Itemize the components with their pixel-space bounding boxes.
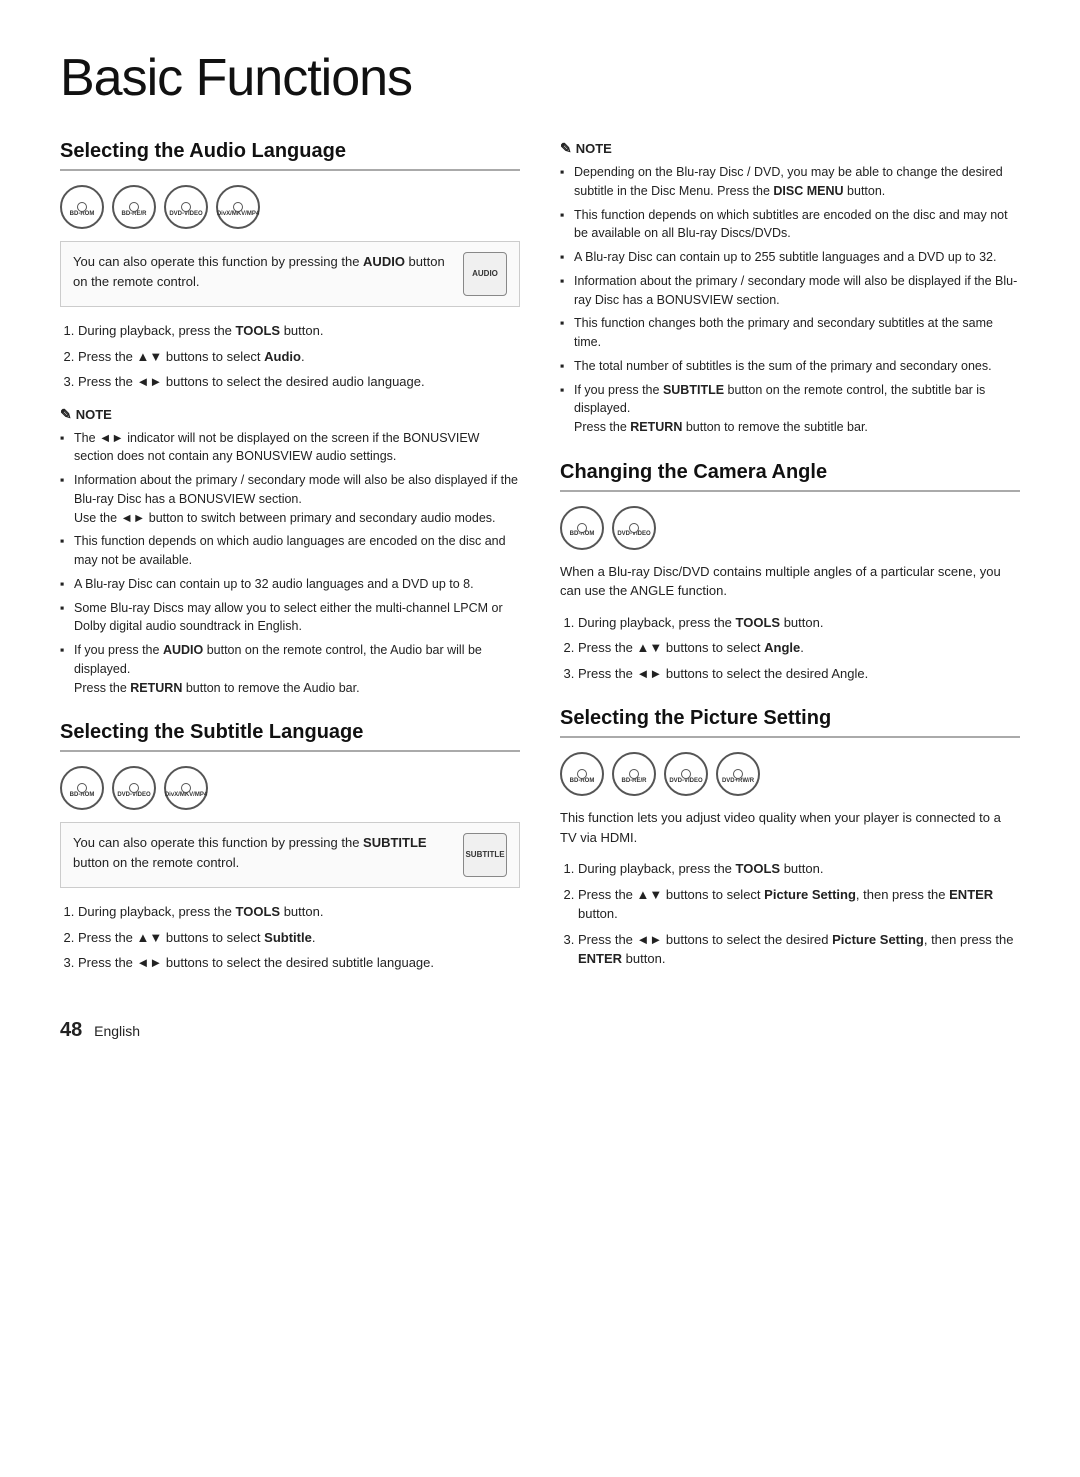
- audio-note-item-3: This function depends on which audio lan…: [60, 532, 520, 570]
- section-audio-language: Selecting the Audio Language BD-ROM BD-R…: [60, 140, 520, 697]
- picture-disc-icons: BD-ROM BD-RE/R DVD-VIDEO DVD+RW/R: [560, 752, 1020, 796]
- page-language: English: [94, 1023, 140, 1039]
- page-footer: 48 English: [60, 1019, 1020, 1042]
- disc-icon-divx: DivX/MKV/MP4: [216, 185, 260, 229]
- note-pencil-icon: ✎: [60, 406, 72, 423]
- subtitle-remote-button: SUBTITLE: [463, 833, 507, 877]
- audio-note-item-4: A Blu-ray Disc can contain up to 32 audi…: [60, 575, 520, 594]
- pic-disc-icon-bd-rom: BD-ROM: [560, 752, 604, 796]
- camera-angle-steps: During playback, press the TOOLS button.…: [578, 613, 1020, 684]
- audio-note-item-1: The ◄► indicator will not be displayed o…: [60, 429, 520, 467]
- audio-info-box: You can also operate this function by pr…: [60, 241, 520, 307]
- right-column: ✎ NOTE Depending on the Blu-ray Disc / D…: [560, 140, 1020, 987]
- camera-angle-intro: When a Blu-ray Disc/DVD contains multipl…: [560, 562, 1020, 601]
- subtitle-step-2: Press the ▲▼ buttons to select Subtitle.: [78, 928, 520, 948]
- picture-setting-title: Selecting the Picture Setting: [560, 707, 1020, 738]
- audio-steps: During playback, press the TOOLS button.…: [78, 321, 520, 392]
- section-picture-setting: Selecting the Picture Setting BD-ROM BD-…: [560, 707, 1020, 969]
- audio-note-item-6: If you press the AUDIO button on the rem…: [60, 641, 520, 697]
- camera-step-1: During playback, press the TOOLS button.: [578, 613, 1020, 633]
- picture-step-1: During playback, press the TOOLS button.: [578, 859, 1020, 879]
- subtitle-step-1: During playback, press the TOOLS button.: [78, 902, 520, 922]
- section-camera-angle: Changing the Camera Angle BD-ROM DVD-VID…: [560, 461, 1020, 684]
- subtitle-info-box: You can also operate this function by pr…: [60, 822, 520, 888]
- audio-note-list: The ◄► indicator will not be displayed o…: [60, 429, 520, 698]
- audio-step-3: Press the ◄► buttons to select the desir…: [78, 372, 520, 392]
- sub-note-item-4: Information about the primary / secondar…: [560, 272, 1020, 310]
- cam-disc-icon-dvd-video: DVD-VIDEO: [612, 506, 656, 550]
- sub-note-item-1: Depending on the Blu-ray Disc / DVD, you…: [560, 163, 1020, 201]
- subtitle-note: ✎ NOTE Depending on the Blu-ray Disc / D…: [560, 140, 1020, 437]
- pic-disc-icon-dvdrw: DVD+RW/R: [716, 752, 760, 796]
- audio-remote-button: AUDIO: [463, 252, 507, 296]
- pic-disc-icon-dvd-video: DVD-VIDEO: [664, 752, 708, 796]
- subtitle-steps: During playback, press the TOOLS button.…: [78, 902, 520, 973]
- camera-disc-icons: BD-ROM DVD-VIDEO: [560, 506, 1020, 550]
- subtitle-language-title: Selecting the Subtitle Language: [60, 721, 520, 752]
- cam-disc-icon-bd-rom: BD-ROM: [560, 506, 604, 550]
- audio-language-title: Selecting the Audio Language: [60, 140, 520, 171]
- sub-note-item-2: This function depends on which subtitles…: [560, 206, 1020, 244]
- audio-step-2: Press the ▲▼ buttons to select Audio.: [78, 347, 520, 367]
- sub-note-item-3: A Blu-ray Disc can contain up to 255 sub…: [560, 248, 1020, 267]
- note-pencil-icon-2: ✎: [560, 140, 572, 157]
- picture-step-3: Press the ◄► buttons to select the desir…: [578, 930, 1020, 969]
- sub-note-item-6: The total number of subtitles is the sum…: [560, 357, 1020, 376]
- pic-disc-icon-bd-rer: BD-RE/R: [612, 752, 656, 796]
- page-title: Basic Functions: [60, 48, 1020, 108]
- sub-disc-icon-divx: DivX/MKV/MP4: [164, 766, 208, 810]
- sub-disc-icon-dvd-video: DVD-VIDEO: [112, 766, 156, 810]
- page-number: 48: [60, 1019, 82, 1041]
- left-column: Selecting the Audio Language BD-ROM BD-R…: [60, 140, 520, 987]
- camera-step-2: Press the ▲▼ buttons to select Angle.: [578, 638, 1020, 658]
- audio-disc-icons: BD-ROM BD-RE/R DVD-VIDEO DivX/MKV/MP4: [60, 185, 520, 229]
- picture-setting-steps: During playback, press the TOOLS button.…: [578, 859, 1020, 969]
- disc-icon-bd-rom: BD-ROM: [60, 185, 104, 229]
- subtitle-note-list: Depending on the Blu-ray Disc / DVD, you…: [560, 163, 1020, 437]
- sub-note-item-5: This function changes both the primary a…: [560, 314, 1020, 352]
- audio-info-text: You can also operate this function by pr…: [73, 252, 453, 291]
- audio-note: ✎ NOTE The ◄► indicator will not be disp…: [60, 406, 520, 698]
- audio-note-item-2: Information about the primary / secondar…: [60, 471, 520, 527]
- sub-disc-icon-bd-rom: BD-ROM: [60, 766, 104, 810]
- picture-step-2: Press the ▲▼ buttons to select Picture S…: [578, 885, 1020, 924]
- picture-setting-intro: This function lets you adjust video qual…: [560, 808, 1020, 847]
- subtitle-disc-icons: BD-ROM DVD-VIDEO DivX/MKV/MP4: [60, 766, 520, 810]
- subtitle-note-title: ✎ NOTE: [560, 140, 1020, 157]
- sub-note-item-7: If you press the SUBTITLE button on the …: [560, 381, 1020, 437]
- audio-step-1: During playback, press the TOOLS button.: [78, 321, 520, 341]
- disc-icon-dvd-video: DVD-VIDEO: [164, 185, 208, 229]
- camera-angle-title: Changing the Camera Angle: [560, 461, 1020, 492]
- subtitle-info-text: You can also operate this function by pr…: [73, 833, 453, 872]
- subtitle-step-3: Press the ◄► buttons to select the desir…: [78, 953, 520, 973]
- audio-note-title: ✎ NOTE: [60, 406, 520, 423]
- camera-step-3: Press the ◄► buttons to select the desir…: [578, 664, 1020, 684]
- disc-icon-bd-rer: BD-RE/R: [112, 185, 156, 229]
- audio-note-item-5: Some Blu-ray Discs may allow you to sele…: [60, 599, 520, 637]
- section-subtitle-language: Selecting the Subtitle Language BD-ROM D…: [60, 721, 520, 973]
